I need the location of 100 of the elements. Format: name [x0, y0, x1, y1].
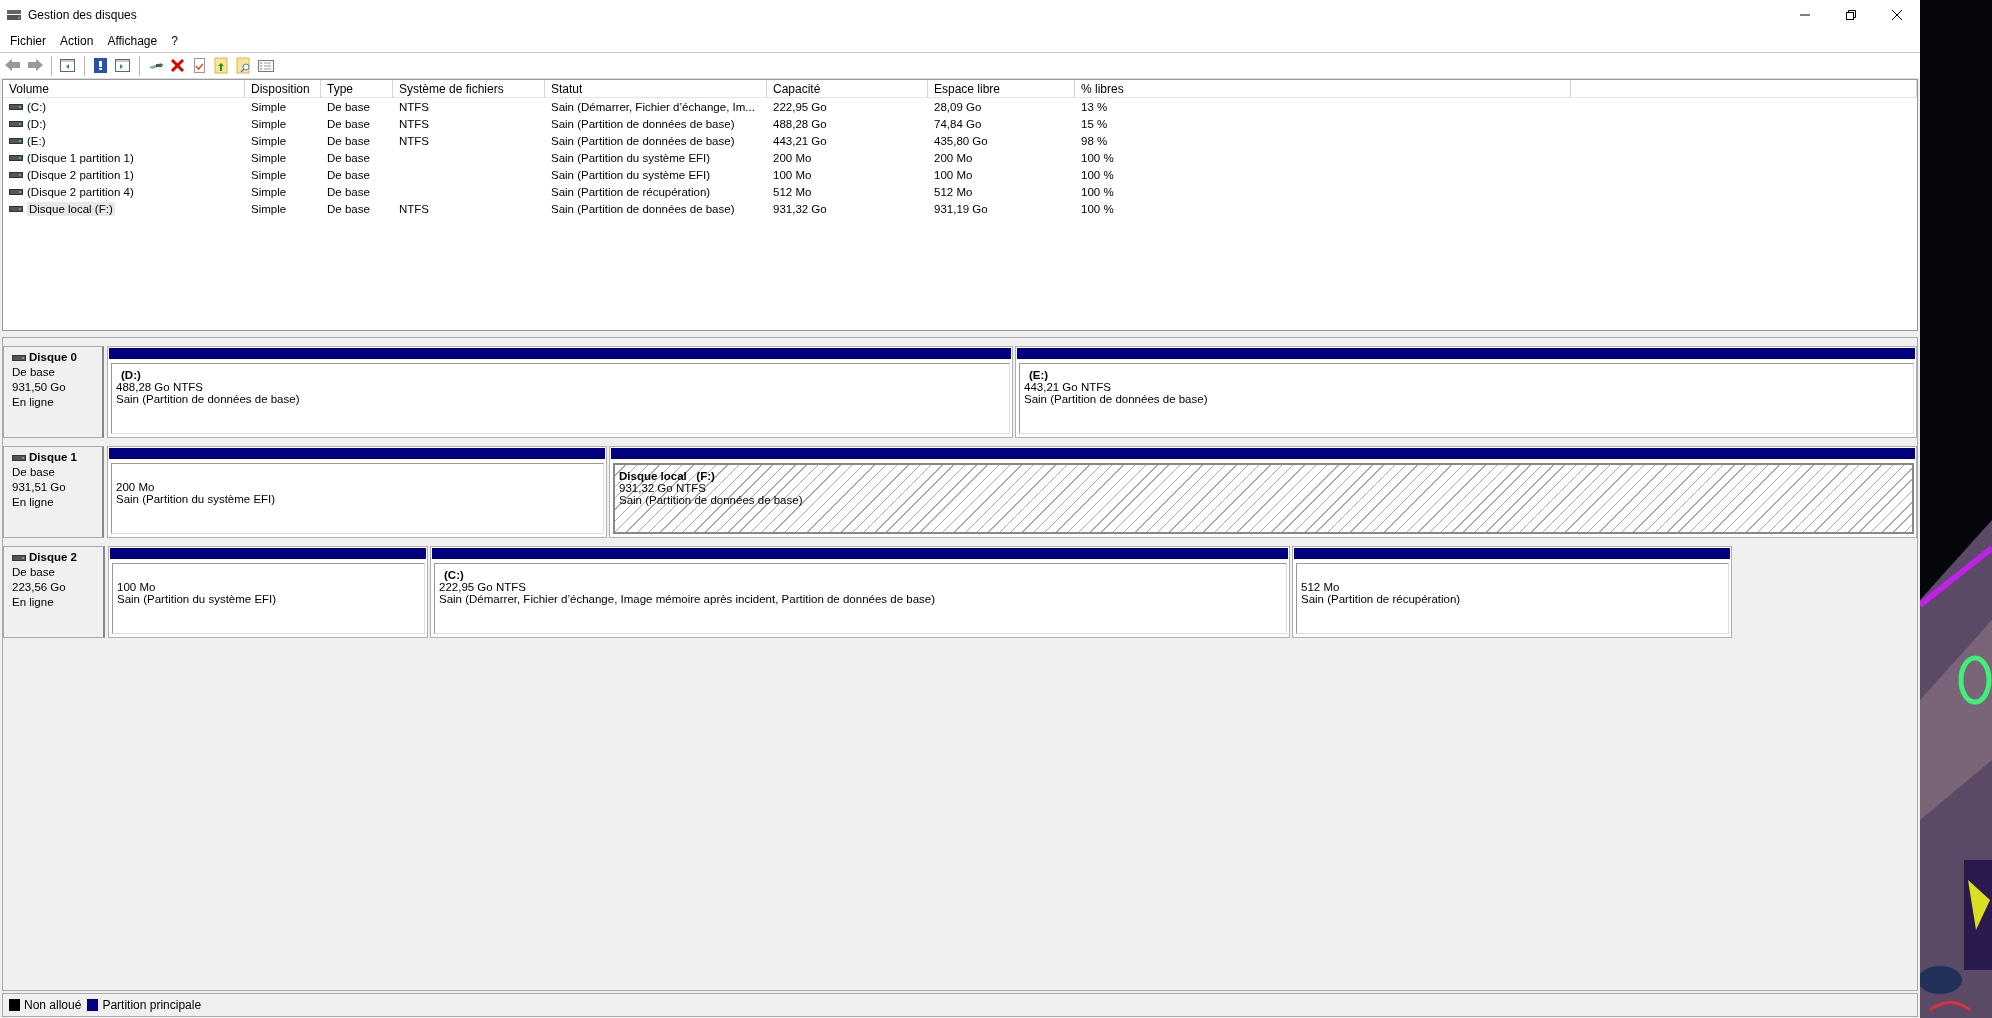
- disk-size: 223,56 Go: [12, 580, 67, 595]
- table-cell: Sain (Démarrer, Fichier d’échange, Im...: [551, 100, 755, 113]
- table-cell: Sain (Partition du système EFI): [551, 151, 711, 164]
- disk-name: Disque 0: [29, 350, 77, 365]
- column-header[interactable]: % libres: [1075, 80, 1571, 98]
- table-cell: 512 Mo: [773, 185, 812, 198]
- column-header[interactable]: Type: [321, 80, 393, 98]
- table-cell: De base: [327, 134, 370, 147]
- restore-icon: [1846, 10, 1856, 20]
- panel-icon[interactable]: [59, 57, 77, 74]
- panel-icon[interactable]: [114, 57, 132, 74]
- column-header[interactable]: Système de fichiers: [393, 80, 545, 98]
- table-cell: 200 Mo: [934, 151, 973, 164]
- menu-item[interactable]: ?: [164, 32, 185, 50]
- table-cell: 931,32 Go: [773, 202, 827, 215]
- disk-size: 931,51 Go: [12, 480, 67, 495]
- column-header[interactable]: Espace libre: [928, 80, 1075, 98]
- partition-size: 200 Mo: [116, 481, 155, 493]
- forward-arrow-icon[interactable]: [26, 57, 44, 74]
- disk-name: Disque 2: [29, 550, 77, 565]
- table-cell[interactable]: (Disque 2 partition 4): [27, 185, 134, 198]
- partition-status: Sain (Partition de données de base): [619, 494, 803, 506]
- menu-item[interactable]: Action: [53, 32, 101, 50]
- menu-item[interactable]: Affichage: [100, 32, 165, 50]
- table-cell[interactable]: (Disque 1 partition 1): [27, 151, 134, 164]
- column-header[interactable]: Capacité: [767, 80, 928, 98]
- table-cell: 13 %: [1081, 100, 1108, 113]
- back-arrow-icon[interactable]: [4, 57, 22, 74]
- table-cell: NTFS: [399, 117, 430, 130]
- table-cell: 74,84 Go: [934, 117, 982, 130]
- disk-name: Disque 1: [29, 450, 77, 465]
- partition-block[interactable]: (D:) 488,28 Go NTFS Sain (Partition de données de base): [107, 346, 1013, 438]
- partition-size: 512 Mo: [1301, 581, 1340, 593]
- close-icon: [1892, 10, 1902, 20]
- table-cell: 200 Mo: [773, 151, 812, 164]
- table-cell: De base: [327, 185, 370, 198]
- disk-info-panel[interactable]: Disque 0 De base 931,50 Go En ligne: [3, 346, 104, 438]
- folder-up-icon[interactable]: [213, 57, 231, 74]
- table-cell: Simple: [251, 151, 287, 164]
- partition-size: 100 Mo: [117, 581, 156, 593]
- partition-size: 443,21 Go NTFS: [1024, 381, 1111, 393]
- table-cell: NTFS: [399, 134, 430, 147]
- table-cell: 100 %: [1081, 151, 1114, 164]
- partition-size: 931,32 Go NTFS: [619, 482, 706, 494]
- table-cell: 100 Mo: [773, 168, 812, 181]
- table-cell: 98 %: [1081, 134, 1108, 147]
- partition-status: Sain (Partition du système EFI): [116, 493, 276, 505]
- table-cell[interactable]: Disque local (F:): [27, 201, 115, 216]
- table-cell: Sain (Partition de données de base): [551, 117, 735, 130]
- column-header[interactable]: Statut: [545, 80, 767, 98]
- table-cell: Simple: [251, 117, 287, 130]
- delete-icon[interactable]: [169, 57, 187, 74]
- partition-block[interactable]: 100 Mo Sain (Partition du système EFI): [108, 546, 428, 638]
- table-cell: 222,95 Go: [773, 100, 827, 113]
- table-cell: Sain (Partition de données de base): [551, 202, 735, 215]
- partition-label: Disque local (F:): [619, 470, 715, 482]
- partition-size: 488,28 Go NTFS: [116, 381, 203, 393]
- partition-status: Sain (Partition de récupération): [1301, 593, 1461, 605]
- disk-type: De base: [12, 365, 56, 380]
- column-header[interactable]: Volume: [3, 80, 245, 98]
- table-cell: Simple: [251, 202, 287, 215]
- partition-block[interactable]: (C:) 222,95 Go NTFS Sain (Démarrer, Fichier d’échange, Image mémoire après incident, Partition de données de base): [430, 546, 1290, 638]
- column-header[interactable]: Disposition: [245, 80, 321, 98]
- disk-status: En ligne: [12, 595, 55, 610]
- table-cell: 512 Mo: [934, 185, 973, 198]
- disk-size: 931,50 Go: [12, 380, 67, 395]
- window-title: Gestion des disques: [28, 8, 138, 22]
- partition-block[interactable]: Disque local (F:) 931,32 Go NTFS Sain (Partition de données de base): [609, 446, 1917, 538]
- menu-item[interactable]: Fichier: [3, 32, 53, 50]
- table-cell[interactable]: (D:): [27, 117, 47, 130]
- disk-type: De base: [12, 465, 56, 480]
- table-cell: 100 %: [1081, 202, 1114, 215]
- table-cell: 100 Mo: [934, 168, 973, 181]
- checklist-icon[interactable]: [257, 57, 275, 74]
- table-cell: Simple: [251, 100, 287, 113]
- partition-block[interactable]: 200 Mo Sain (Partition du système EFI): [107, 446, 607, 538]
- table-cell: De base: [327, 100, 370, 113]
- partition-status: Sain (Partition de données de base): [1024, 393, 1208, 405]
- table-cell[interactable]: (C:): [27, 100, 47, 113]
- table-cell: De base: [327, 168, 370, 181]
- table-cell: 100 %: [1081, 185, 1114, 198]
- drive-icon: [6, 8, 22, 22]
- table-cell: 100 %: [1081, 168, 1114, 181]
- table-cell: Simple: [251, 185, 287, 198]
- table-cell: 488,28 Go: [773, 117, 827, 130]
- folder-search-icon[interactable]: [235, 57, 253, 74]
- table-cell: Sain (Partition de récupération): [551, 185, 711, 198]
- table-cell: 931,19 Go: [934, 202, 988, 215]
- partition-status: Sain (Démarrer, Fichier d’échange, Image mémoire après incident, Partition de données de base): [439, 593, 936, 605]
- table-cell: 443,21 Go: [773, 134, 827, 147]
- partition-block[interactable]: 512 Mo Sain (Partition de récupération): [1292, 546, 1732, 638]
- table-cell[interactable]: (Disque 2 partition 1): [27, 168, 134, 181]
- table-cell: Simple: [251, 134, 287, 147]
- table-cell: 15 %: [1081, 117, 1108, 130]
- partition-block[interactable]: (E:) 443,21 Go NTFS Sain (Partition de données de base): [1015, 346, 1917, 438]
- table-cell: De base: [327, 202, 370, 215]
- table-cell: 28,09 Go: [934, 100, 982, 113]
- table-cell[interactable]: (E:): [27, 134, 46, 147]
- disk-info-panel[interactable]: Disque 1 De base 931,51 Go En ligne: [3, 446, 104, 538]
- disk-info-panel[interactable]: Disque 2 De base 223,56 Go En ligne: [3, 546, 105, 638]
